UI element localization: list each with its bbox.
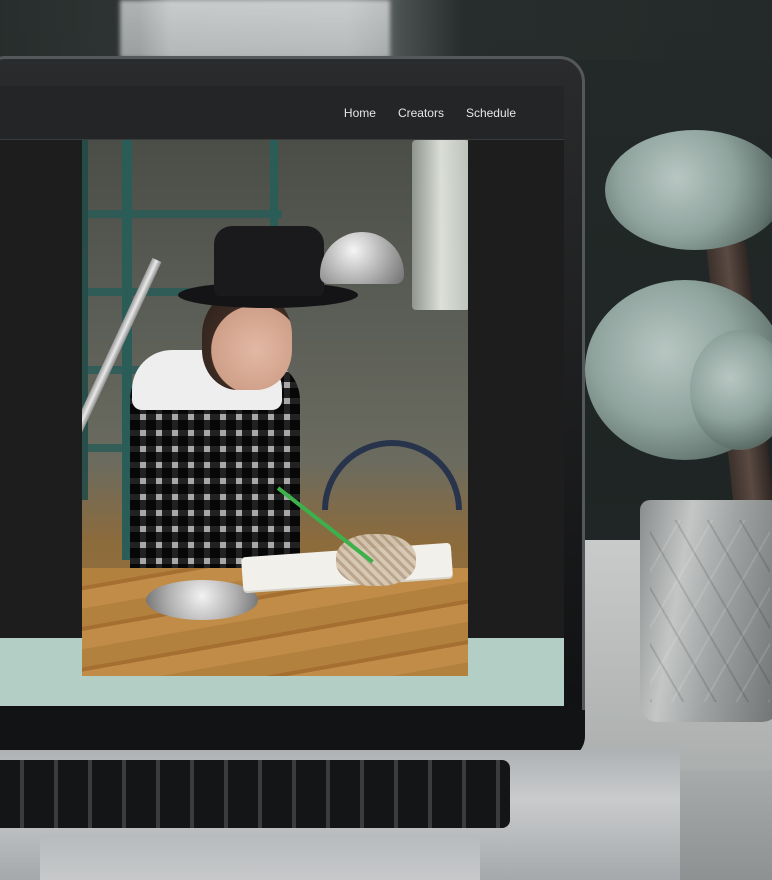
photo-chair [322,440,462,510]
plant-pot [640,500,772,722]
laptop-keyboard [0,760,510,828]
laptop-trackpad [40,838,480,880]
laptop-screen: Home Creators Schedule [0,86,564,706]
site-nav: Home Creators Schedule [344,86,516,140]
photo-hat-top [214,226,324,296]
site-topbar: Home Creators Schedule [0,86,564,140]
nav-home-link[interactable]: Home [344,106,376,120]
photo-scene: Home Creators Schedule [0,0,772,880]
nav-schedule-link[interactable]: Schedule [466,106,516,120]
plant-foliage-top [605,130,772,250]
background-window [120,0,390,58]
photo-lamp-base [146,580,258,620]
photo-lamp-head [320,232,404,284]
hero-photo [82,140,468,676]
photo-neon-sign [412,140,468,310]
nav-creators-link[interactable]: Creators [398,106,444,120]
